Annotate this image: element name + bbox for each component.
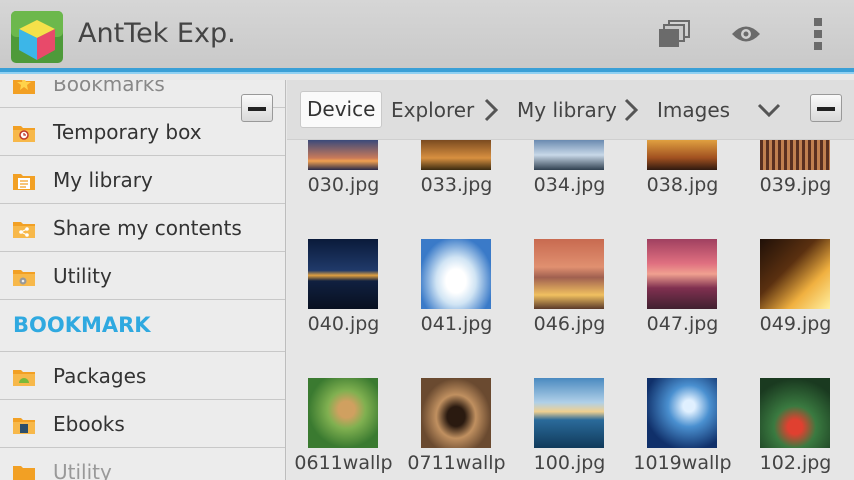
clock-folder-icon: [13, 126, 35, 142]
overflow-menu-icon: [814, 18, 822, 50]
chevron-right-icon: [484, 98, 499, 122]
file-tile[interactable]: 047.jpg: [626, 239, 739, 339]
android-folder-icon: [13, 370, 35, 386]
chevron-down-icon[interactable]: [757, 102, 781, 118]
eye-icon: [732, 26, 760, 42]
file-tile[interactable]: 0611wallp: [287, 378, 400, 480]
collapse-panel-button[interactable]: [810, 94, 842, 122]
breadcrumb-explorer[interactable]: Explorer: [391, 98, 474, 122]
view-button[interactable]: [718, 10, 774, 58]
sidebar-section-bookmark: BOOKMARK: [0, 300, 285, 352]
file-thumbnail: [308, 239, 378, 309]
gear-folder-icon: [13, 270, 35, 286]
folder-icon: [13, 466, 35, 480]
file-thumbnail: [760, 140, 830, 170]
sidebar-item-packages[interactable]: Packages: [0, 352, 285, 400]
file-tile[interactable]: 030.jpg: [287, 140, 400, 220]
file-thumbnail: [760, 239, 830, 309]
sidebar-item-utility[interactable]: Utility: [0, 252, 285, 300]
file-tile[interactable]: 0711wallp: [400, 378, 513, 480]
file-thumbnail: [647, 239, 717, 309]
sidebar: Bookmarks Temporary box My library Share…: [0, 80, 286, 480]
action-bar: AntTek Exp.: [0, 0, 854, 74]
file-thumbnail: [534, 378, 604, 448]
file-thumbnail: [647, 378, 717, 448]
sidebar-item-share-my-contents[interactable]: Share my contents: [0, 204, 285, 252]
star-folder-icon: [13, 80, 35, 94]
overflow-menu-button[interactable]: [790, 10, 846, 58]
app-logo-icon[interactable]: [8, 8, 66, 66]
file-thumbnail: [421, 239, 491, 309]
breadcrumb-images[interactable]: Images: [657, 98, 730, 122]
windows-icon: [659, 20, 690, 47]
windows-button[interactable]: [646, 10, 702, 58]
file-tile[interactable]: 041.jpg: [400, 239, 513, 339]
breadcrumb: Device Explorer My library Images: [287, 80, 854, 140]
library-folder-icon: [13, 174, 35, 190]
chevron-right-icon: [624, 98, 639, 122]
file-thumbnail: [534, 140, 604, 170]
file-tile[interactable]: 046.jpg: [513, 239, 626, 339]
file-tile[interactable]: 1019wallp: [626, 378, 739, 480]
file-thumbnail: [760, 378, 830, 448]
file-tile[interactable]: 033.jpg: [400, 140, 513, 220]
sidebar-item-utility-bookmark[interactable]: Utility: [0, 448, 285, 480]
sidebar-item-my-library[interactable]: My library: [0, 156, 285, 204]
file-thumbnail: [421, 140, 491, 170]
file-tile[interactable]: 039.jpg: [739, 140, 852, 220]
app-title: AntTek Exp.: [78, 18, 236, 49]
file-thumbnail: [308, 378, 378, 448]
file-thumbnail: [647, 140, 717, 170]
file-tile[interactable]: 038.jpg: [626, 140, 739, 220]
book-folder-icon: [13, 418, 35, 434]
breadcrumb-device[interactable]: Device: [300, 91, 383, 128]
sidebar-item-temporary-box[interactable]: Temporary box: [0, 108, 285, 156]
file-tile[interactable]: 102.jpg: [739, 378, 852, 480]
file-tile[interactable]: 049.jpg: [739, 239, 852, 339]
file-browser: Device Explorer My library Images 030.jp…: [287, 80, 854, 480]
breadcrumb-my-library[interactable]: My library: [517, 98, 617, 122]
file-thumbnail: [421, 378, 491, 448]
file-thumbnail: [534, 239, 604, 309]
file-thumbnail: [308, 140, 378, 170]
file-tile[interactable]: 100.jpg: [513, 378, 626, 480]
file-tile[interactable]: 040.jpg: [287, 239, 400, 339]
sidebar-item-ebooks[interactable]: Ebooks: [0, 400, 285, 448]
file-tile[interactable]: 034.jpg: [513, 140, 626, 220]
share-folder-icon: [13, 222, 35, 238]
